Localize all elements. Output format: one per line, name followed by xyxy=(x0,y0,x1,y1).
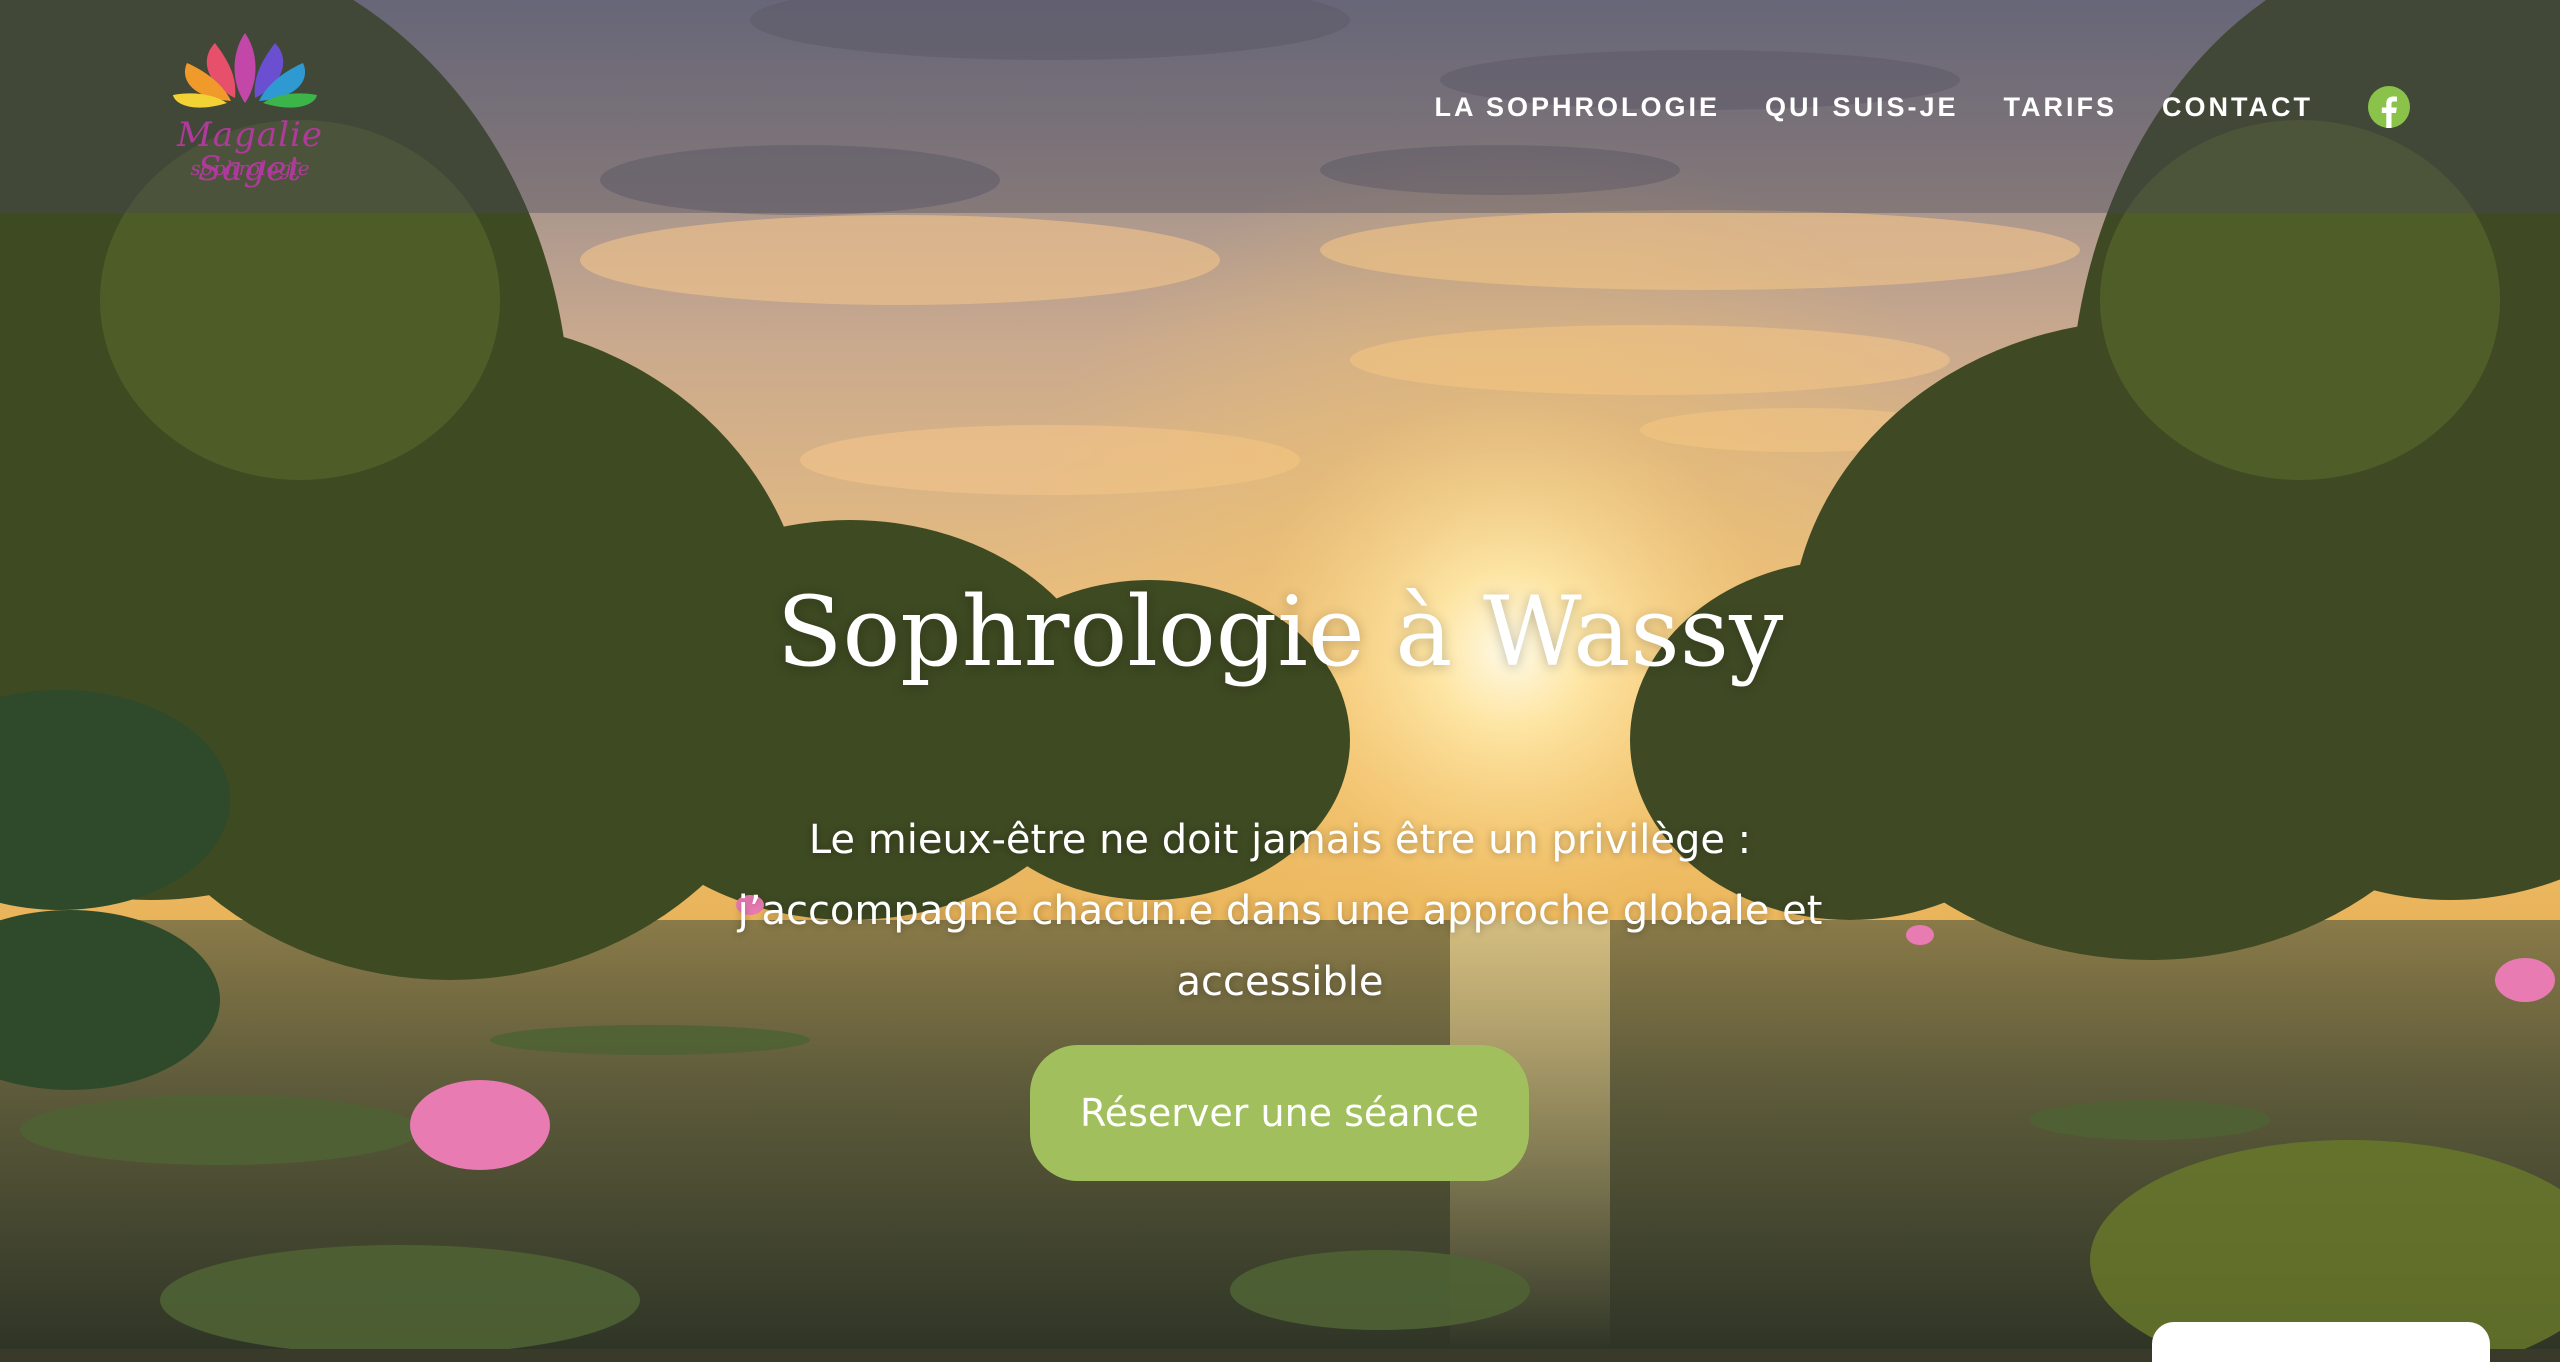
main-nav: LA SOPHROLOGIE QUI SUIS-JE TARIFS CONTAC… xyxy=(1434,86,2410,128)
hero-subtitle: Le mieux-être ne doit jamais être un pri… xyxy=(737,817,1823,1005)
book-session-button[interactable]: Réserver une séance xyxy=(1030,1045,1529,1181)
logo-tagline: sophrologie xyxy=(190,156,310,180)
floating-panel-edge[interactable] xyxy=(2152,1322,2490,1362)
site-logo[interactable]: Magalie Saget sophrologie xyxy=(140,18,360,193)
nav-item-qui-suis-je[interactable]: QUI SUIS-JE xyxy=(1765,93,1959,121)
hero-title: Sophrologie à Wassy xyxy=(776,576,1784,688)
facebook-icon xyxy=(2368,86,2410,128)
site-header: Magalie Saget sophrologie LA SOPHROLOGIE… xyxy=(0,0,2560,213)
nav-item-tarifs[interactable]: TARIFS xyxy=(2004,93,2118,121)
facebook-link[interactable] xyxy=(2368,86,2410,128)
nav-item-contact[interactable]: CONTACT xyxy=(2162,93,2313,121)
nav-item-la-sophrologie[interactable]: LA SOPHROLOGIE xyxy=(1434,93,1720,121)
lotus-logo-icon xyxy=(173,33,317,108)
